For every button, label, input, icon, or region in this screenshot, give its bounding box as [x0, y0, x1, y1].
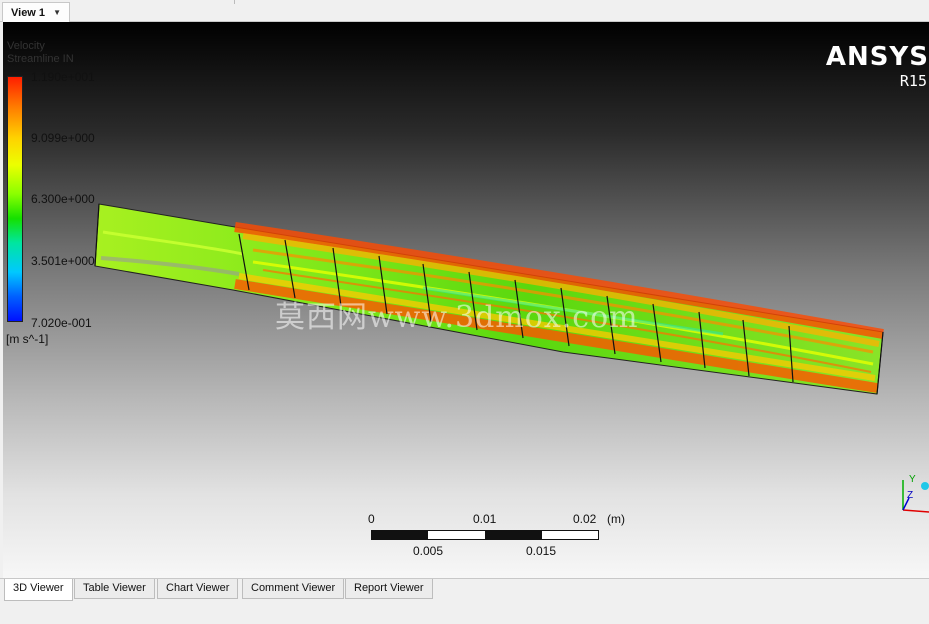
tab-report-viewer[interactable]: Report Viewer [345, 579, 433, 599]
axis-triad[interactable]: Y Z [883, 470, 929, 530]
header-divider [234, 0, 235, 4]
legend-subtitle: Streamline IN [7, 53, 74, 65]
scale-segment [372, 531, 428, 539]
scale-label: 0.015 [526, 544, 557, 558]
tab-3d-viewer[interactable]: 3D Viewer [4, 579, 73, 601]
legend-color-bar [7, 76, 23, 322]
cfd-post-window: View 1 ▼ Velocity Streamline IN 1.190e+0… [0, 0, 929, 624]
triad-z-label: Z [907, 490, 913, 501]
scale-bar [371, 530, 599, 540]
tab-table-viewer[interactable]: Table Viewer [74, 579, 155, 599]
legend-unit: [m s^-1] [6, 332, 49, 346]
view-selector-label: View 1 [11, 7, 46, 19]
3d-viewport[interactable]: Velocity Streamline IN 1.190e+001 9.099e… [3, 22, 929, 578]
scale-unit: (m) [607, 512, 625, 526]
legend-label: 3.501e+000 [31, 254, 95, 268]
legend-label: 6.300e+000 [31, 192, 95, 206]
tab-chart-viewer[interactable]: Chart Viewer [157, 579, 239, 599]
viewer-tab-bar: 3D Viewer Table Viewer Chart Viewer Comm… [0, 578, 929, 624]
chevron-down-icon: ▼ [53, 8, 62, 17]
ansys-version: R15 [899, 72, 927, 90]
legend-label: 9.099e+000 [31, 131, 95, 145]
watermark-text: 莫西网www.3dmox.com [275, 300, 639, 335]
x-axis-icon [902, 509, 929, 513]
view-selector[interactable]: View 1 ▼ [2, 2, 71, 22]
legend-title: Velocity [7, 40, 45, 52]
scale-segment [485, 531, 542, 539]
scale-label: 0.005 [413, 544, 444, 558]
ansys-logo: ANSYS [825, 42, 929, 72]
scale-label: 0.01 [473, 512, 497, 526]
view-header: View 1 ▼ [0, 0, 929, 22]
legend-label-max: 1.190e+001 [31, 70, 95, 84]
view-sphere-icon [921, 482, 929, 490]
tab-comment-viewer[interactable]: Comment Viewer [242, 579, 345, 599]
scale-ruler: 0 0.01 0.02 (m) 0.005 0.015 [363, 512, 625, 572]
scale-label: 0 [368, 512, 375, 526]
scale-label: 0.02 [573, 512, 597, 526]
legend-label-min: 7.020e-001 [31, 316, 92, 330]
triad-y-label: Y [909, 474, 916, 485]
